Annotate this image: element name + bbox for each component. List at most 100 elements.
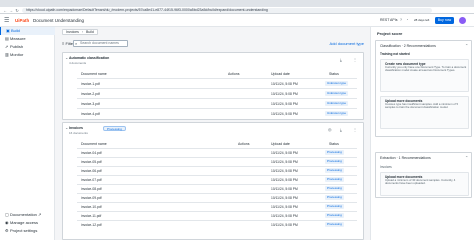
sidebar-item-label: Manage access [10, 220, 39, 225]
upload-date: 10/11/24, 5:08 PM [271, 169, 298, 173]
column-header-actions: Actions [238, 142, 250, 146]
forward-icon[interactable]: → [9, 8, 13, 13]
document-name[interactable]: invoice-2.pdf [81, 92, 100, 96]
upload-date: 10/11/24, 5:08 PM [271, 112, 298, 116]
chevron-down-icon[interactable]: ⌄ [65, 125, 68, 130]
sidebar-item-label: Publish [10, 44, 24, 49]
upload-icon[interactable]: ⤓ [340, 57, 342, 62]
status-badge: Processing [325, 177, 344, 182]
trial-days-left: 28 days left [414, 18, 430, 22]
chevron-down-icon[interactable]: ⌄ [65, 55, 68, 60]
filter-row: ≡ Filter Search document names ⌕ Add doc… [62, 39, 364, 49]
search-icon: ⌕ [75, 41, 78, 46]
classification-header[interactable]: Classification · 2 Recommendations [380, 44, 436, 48]
status-badge: Processing [325, 159, 344, 164]
help-icon[interactable]: ? [400, 17, 402, 23]
status-badge: Processing [325, 168, 344, 173]
processing-badge: Processing [103, 126, 126, 131]
menu-icon[interactable]: ☰ [4, 17, 9, 24]
add-document-type-button[interactable]: Add document type [330, 41, 364, 46]
upload-date: 10/11/24, 5:08 PM [271, 178, 298, 182]
document-name[interactable]: invoice-06.pdf [81, 169, 102, 173]
divider [77, 211, 357, 212]
document-name[interactable]: invoice-04.pdf [81, 151, 102, 155]
app-header: ☰ UiPath Document Understanding REST API… [0, 14, 474, 27]
status-badge: Processing [325, 213, 344, 218]
document-name[interactable]: invoice-10.pdf [81, 205, 102, 209]
column-header-name[interactable]: Document name [81, 72, 107, 76]
app-title: Document Understanding [33, 18, 85, 23]
document-name[interactable]: invoice-1.pdf [81, 82, 100, 86]
divider [77, 220, 357, 221]
upload-date: 10/11/24, 5:08 PM [271, 223, 298, 227]
document-name[interactable]: invoice-09.pdf [81, 196, 102, 200]
status-badge: Processing [325, 195, 344, 200]
status-badge: Processing [325, 204, 344, 209]
group-title: Invoices [69, 126, 84, 130]
sidebar-item-publish[interactable]: ➚ Publish [0, 43, 55, 51]
sidebar-item-measure[interactable]: ▤Measure [0, 35, 55, 43]
back-icon[interactable]: ← [3, 8, 7, 13]
status-badge: Processing [325, 150, 344, 155]
column-header-name[interactable]: Document name [81, 142, 107, 146]
reload-icon[interactable]: ↻ [15, 8, 19, 13]
document-name[interactable]: invoice-12.pdf [81, 223, 102, 227]
sidebar-item-monitor[interactable]: ▥Monitor [0, 51, 55, 59]
divider [77, 157, 357, 158]
divider [77, 98, 357, 99]
upload-date: 10/11/24, 5:08 PM [271, 102, 298, 106]
upload-date: 10/11/24, 5:08 PM [271, 187, 298, 191]
divider [77, 184, 357, 185]
upload-date: 10/11/24, 5:08 PM [271, 160, 298, 164]
panel-title: Project score [377, 31, 403, 36]
extraction-header[interactable]: Extraction · 1 Recommendations [380, 156, 431, 160]
sidebar-item-label: Project settings [10, 228, 38, 233]
group-subtitle: 16 documents [69, 131, 88, 135]
buy-now-button[interactable]: Buy now [435, 17, 454, 24]
rest-apis-link[interactable]: REST APIs [380, 17, 397, 23]
breadcrumb-item-build: Build [86, 29, 94, 34]
avatar[interactable] [459, 17, 466, 24]
column-header-date[interactable]: Upload date [271, 72, 290, 76]
breadcrumb-item-invoices[interactable]: Invoices [66, 30, 79, 35]
sidebar-item-build[interactable]: ▣Build [0, 27, 55, 35]
upload-date: 10/11/24, 5:08 PM [271, 82, 298, 86]
divider [77, 175, 357, 176]
recommendation-text: Invoices type has insufficient samples. … [385, 102, 459, 110]
document-name[interactable]: invoice-4.pdf [81, 112, 100, 116]
url-field[interactable]: https://cloud.uipath.com/expadcmae/Defau… [22, 8, 432, 13]
document-name[interactable]: invoice-05.pdf [81, 160, 102, 164]
notifications-icon[interactable]: ◔ [406, 17, 408, 23]
chevron-up-icon[interactable]: ⌃ [465, 155, 468, 160]
column-header-actions: Actions [228, 72, 240, 76]
divider [77, 78, 357, 79]
chevron-up-icon[interactable]: ⌃ [465, 43, 468, 48]
document-name[interactable]: invoice-3.pdf [81, 102, 100, 106]
search-input[interactable]: Search document names [73, 40, 128, 47]
check-circle-icon[interactable]: ◎ [328, 127, 332, 132]
document-group-invoices: ⌄ Invoices 16 documents Processing ◎ ⤓ ⋮… [62, 122, 364, 240]
sidebar-item-project-settings[interactable]: ⚙Project settings [0, 227, 55, 235]
status-badge: Unknown type [325, 91, 349, 96]
upload-icon[interactable]: ⤓ [340, 127, 342, 132]
status-badge: Processing [325, 222, 344, 227]
sidebar-item-label: Measure [10, 36, 26, 41]
sidebar-item-label: Monitor [10, 52, 24, 57]
divider [77, 88, 357, 89]
more-icon[interactable]: ⋮ [353, 57, 357, 62]
upload-date: 10/11/24, 5:08 PM [271, 214, 298, 218]
column-header-status[interactable]: Status [329, 72, 339, 76]
brand-logo[interactable]: UiPath [15, 18, 29, 23]
sidebar-item-manage-access[interactable]: ◉ Manage access [0, 219, 55, 227]
group-subtitle: 4 documents [69, 61, 87, 65]
column-header-status[interactable]: Status [329, 142, 339, 146]
sidebar-item-documentation[interactable]: ▢Documentation ↗ [0, 211, 55, 219]
document-name[interactable]: invoice-08.pdf [81, 187, 102, 191]
document-name[interactable]: invoice-07.pdf [81, 178, 102, 182]
more-icon[interactable]: ⋮ [353, 127, 357, 132]
status-badge: Unknown type [325, 81, 349, 86]
group-title: Automatic classification [69, 56, 110, 60]
column-header-date[interactable]: Upload date [271, 142, 290, 146]
document-name[interactable]: invoice-11.pdf [81, 214, 101, 218]
project-score-panel: Project score Classification · 2 Recomme… [370, 27, 474, 240]
